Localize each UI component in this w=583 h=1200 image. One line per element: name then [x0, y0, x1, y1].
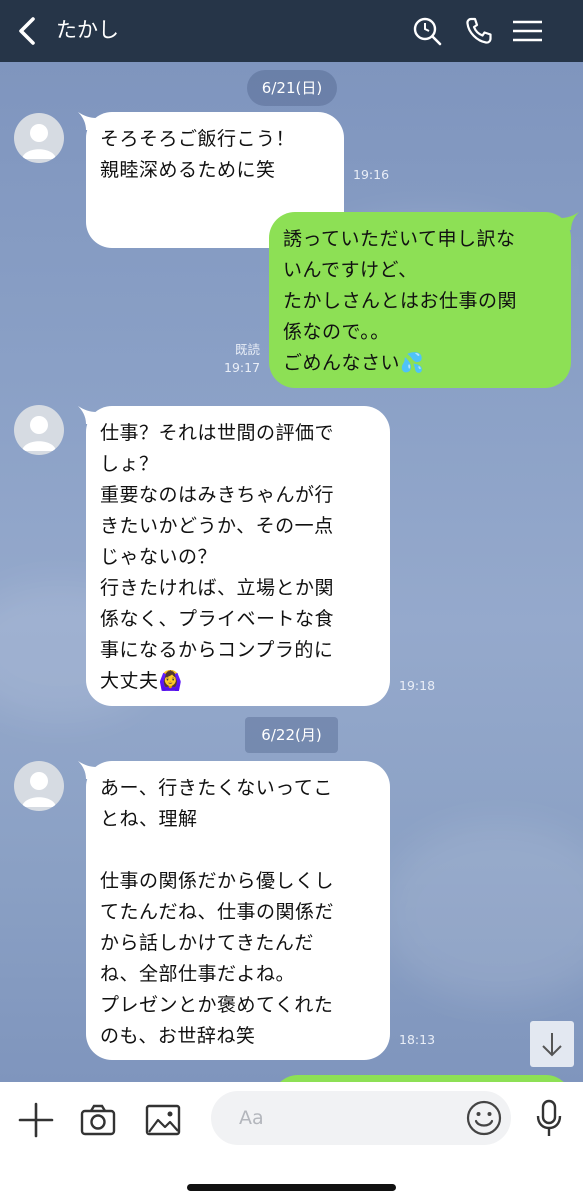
image-icon[interactable]	[143, 1100, 183, 1140]
message-bubble-partial[interactable]	[272, 1075, 572, 1082]
message-time: 19:18	[399, 678, 436, 693]
microphone-icon[interactable]	[533, 1098, 565, 1138]
camera-icon[interactable]	[78, 1100, 118, 1140]
background-cloud	[380, 822, 583, 1002]
date-separator: 6/22(月)	[245, 717, 338, 753]
emoji-icon[interactable]	[465, 1099, 503, 1137]
phone-icon[interactable]	[462, 14, 496, 48]
avatar[interactable]	[14, 761, 64, 811]
chevron-left-icon[interactable]	[12, 14, 44, 48]
date-separator: 6/21(日)	[247, 70, 337, 106]
user-silhouette-icon	[22, 772, 56, 807]
contact-name: たかし	[56, 18, 119, 42]
message-time: 19:17	[224, 360, 261, 375]
user-silhouette-icon	[22, 124, 56, 159]
message-bubble[interactable]: 仕事？それは世間の評価で しょ？ 重要なのはみきちゃんが行 きたいかどうか、その…	[86, 406, 390, 706]
user-silhouette-icon	[22, 416, 56, 451]
avatar[interactable]	[14, 113, 64, 163]
scroll-down-button[interactable]	[530, 1021, 574, 1067]
menu-icon[interactable]	[510, 14, 544, 48]
read-receipt: 既読	[234, 342, 260, 357]
message-time: 18:13	[399, 1032, 436, 1047]
chat-header: たかし	[0, 0, 583, 62]
message-time: 19:16	[353, 167, 390, 182]
message-bubble[interactable]: あー、行きたくないってこ とね、理解 仕事の関係だから優しくし てたんだね、仕事…	[86, 761, 390, 1060]
search-icon[interactable]	[410, 14, 444, 48]
input-bar	[0, 1082, 583, 1200]
chat-area[interactable]: 6/21(日) そろそろご飯行こう！ 親睦深めるために笑 19:16 誘っていた…	[0, 62, 583, 1082]
avatar[interactable]	[14, 405, 64, 455]
plus-icon[interactable]	[16, 1100, 56, 1140]
home-indicator	[187, 1184, 396, 1191]
arrow-down-icon	[542, 1033, 562, 1057]
message-bubble[interactable]: 誘っていただいて申し訳な いんですけど、 たかしさんとはお仕事の関 係なので。。…	[269, 212, 571, 388]
